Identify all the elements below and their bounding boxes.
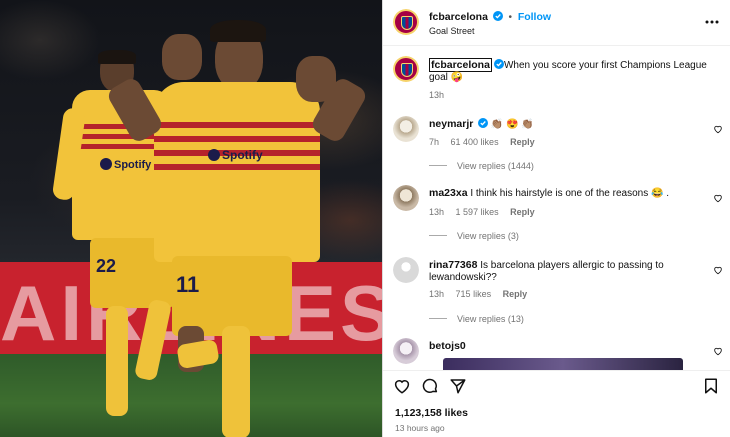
more-icon[interactable]: [704, 14, 720, 30]
post-sidebar: fcbarcelona • Follow Goal Street fcbarce…: [382, 0, 730, 437]
verified-icon: [493, 59, 504, 69]
likes-count[interactable]: 1,123,158 likes: [395, 407, 468, 419]
comment-text: 👏🏽 😍 👏🏽: [490, 119, 534, 130]
comment-username[interactable]: ma23xa: [429, 187, 468, 199]
player-foreground: Spotify 11: [105, 20, 369, 437]
comment-body: ma23xa I think his hairstyle is one of t…: [429, 187, 699, 200]
view-replies-button[interactable]: View replies (1444): [429, 161, 534, 171]
comment-media-preview[interactable]: [443, 358, 683, 370]
comment-item: ma23xa I think his hairstyle is one of t…: [393, 185, 723, 245]
comment-item: rina77368 Is barcelona players allergic …: [393, 257, 723, 327]
comment-body: rina77368 Is barcelona players allergic …: [429, 259, 699, 284]
heart-icon[interactable]: [393, 377, 411, 395]
caption-text-line: fcbarcelona When you score your first Cha…: [429, 58, 719, 84]
comment-username[interactable]: betojs0: [429, 340, 466, 352]
comment-meta: 13h 1 597 likes Reply: [429, 207, 544, 217]
commenter-avatar[interactable]: [393, 116, 419, 142]
verified-icon: [478, 118, 489, 128]
author-avatar[interactable]: [393, 9, 419, 35]
comment-time: 13h: [429, 207, 445, 217]
verified-icon: [492, 11, 503, 21]
commenter-avatar[interactable]: [393, 257, 419, 283]
comment-username[interactable]: rina77368: [429, 259, 477, 271]
separator-dot: •: [508, 12, 513, 23]
comment-icon[interactable]: [421, 377, 439, 395]
post-location[interactable]: Goal Street: [429, 26, 475, 36]
post-actions: 1,123,158 likes 13 hours ago: [383, 370, 730, 437]
comment-time: 7h: [429, 137, 440, 147]
post-timestamp[interactable]: 13 hours ago: [395, 423, 445, 433]
commenter-avatar[interactable]: [393, 185, 419, 211]
comment-meta: 7h 61 400 likes Reply: [429, 137, 544, 147]
bookmark-icon[interactable]: [702, 377, 720, 395]
post-media[interactable]: AIRLINES Spotify 22 Spotify: [0, 0, 382, 437]
author-username[interactable]: fcbarcelona: [429, 11, 488, 23]
comment-time: 13h: [429, 289, 445, 299]
comment-username[interactable]: neymarjr: [429, 118, 473, 130]
comment-meta: 13h 715 likes Reply: [429, 289, 536, 299]
post-header: fcbarcelona • Follow Goal Street: [383, 0, 730, 46]
heart-icon[interactable]: [713, 346, 723, 356]
heart-icon[interactable]: [713, 265, 723, 275]
caption-time: 13h: [429, 90, 445, 100]
player-front-sponsor: Spotify: [222, 148, 263, 162]
comment-text: I think his hairstyle is one of the reas…: [470, 188, 669, 199]
comment-body: neymarjr 👏🏽 😍 👏🏽: [429, 118, 699, 131]
reply-button[interactable]: Reply: [510, 137, 535, 147]
reply-button[interactable]: Reply: [503, 289, 528, 299]
commenter-avatar[interactable]: [393, 338, 419, 364]
comment-likes[interactable]: 1 597 likes: [456, 207, 499, 217]
author-line: fcbarcelona • Follow: [429, 11, 551, 23]
caption-username[interactable]: fcbarcelona: [429, 58, 492, 72]
caption-avatar[interactable]: [393, 56, 419, 82]
follow-button[interactable]: Follow: [518, 11, 551, 23]
heart-icon[interactable]: [713, 124, 723, 134]
player-front-number: 11: [176, 272, 200, 297]
comment-likes[interactable]: 61 400 likes: [451, 137, 499, 147]
share-icon[interactable]: [449, 377, 467, 395]
comment-likes[interactable]: 715 likes: [456, 289, 492, 299]
view-replies-button[interactable]: View replies (3): [429, 231, 519, 241]
heart-icon[interactable]: [713, 193, 723, 203]
view-replies-button[interactable]: View replies (13): [429, 314, 524, 324]
comment-body: betojs0: [429, 340, 699, 353]
reply-button[interactable]: Reply: [510, 207, 535, 217]
comment-item: neymarjr 👏🏽 😍 👏🏽 7h 61 400 likes Reply V…: [393, 116, 723, 176]
